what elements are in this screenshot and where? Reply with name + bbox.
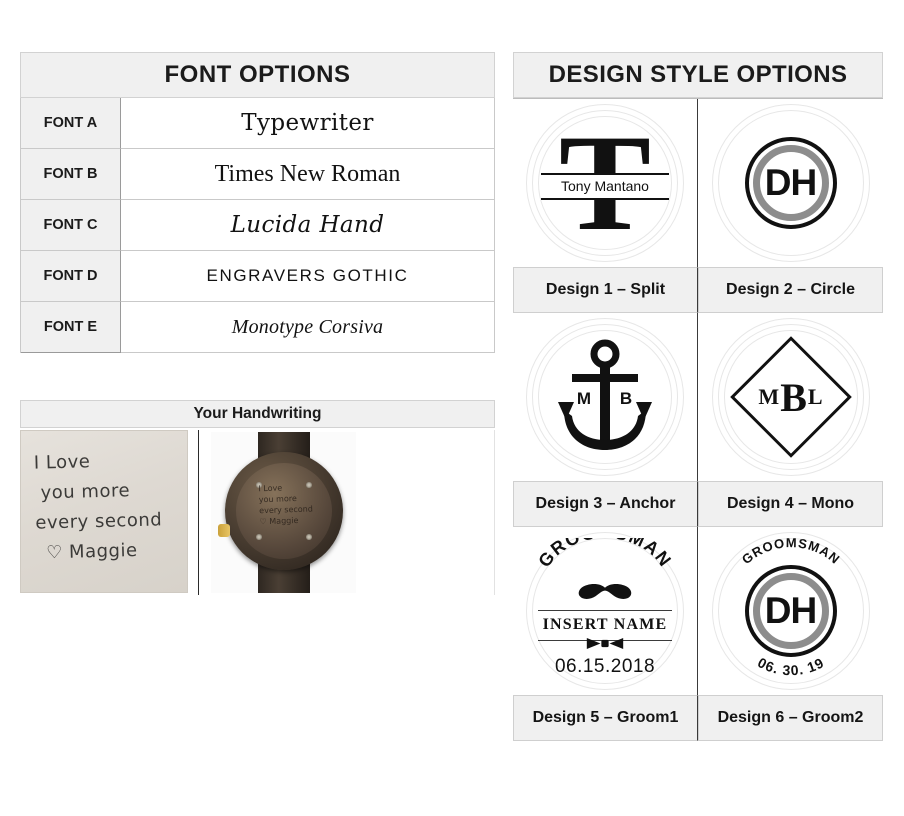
design-art-row: M B M B L (513, 313, 883, 481)
handwriting-samples: I Love you more every second ♡ Maggie I … (20, 430, 495, 595)
design-grid: T Tony Mantano DH Design 1 – Split Desig… (513, 98, 883, 741)
groomsman-badge-art: GROOMSMAN DH 06. 30. 19 (716, 535, 866, 686)
watch-screw (256, 534, 262, 540)
design-1-art-cell[interactable]: T Tony Mantano (513, 99, 698, 267)
font-options-title: FONT OPTIONS (20, 52, 495, 98)
design-2-label[interactable]: Design 2 – Circle (698, 267, 883, 313)
mono-right: L (807, 384, 823, 409)
watch-engraving-text: I Love you more every second ♡ Maggie (258, 481, 333, 528)
font-d-label: FONT D (21, 251, 121, 302)
font-e-label: FONT E (21, 302, 121, 353)
font-c-label: FONT C (21, 200, 121, 251)
font-row[interactable]: FONT C Lucida Hand (20, 200, 495, 251)
svg-text:M: M (577, 389, 591, 408)
design-style-options-panel: DESIGN STYLE OPTIONS T Tony Mantano (513, 52, 883, 741)
design-label-row: Design 3 – Anchor Design 4 – Mono (513, 481, 883, 527)
badge-monogram: DH (764, 162, 817, 203)
mustache-icon (578, 584, 632, 599)
watch-crown (218, 524, 230, 537)
design-3-art-cell[interactable]: M B (513, 313, 698, 481)
svg-text:06. 30. 19: 06. 30. 19 (755, 654, 827, 678)
note-line-1: I Love (33, 451, 91, 474)
mono-center: B (780, 374, 807, 420)
design-2-art-cell[interactable]: DH (698, 99, 883, 267)
design-label-row: Design 5 – Groom1 Design 6 – Groom2 (513, 695, 883, 741)
handwriting-text: I Love you more every second ♡ Maggie (33, 445, 163, 568)
design-3-label[interactable]: Design 3 – Anchor (513, 481, 698, 527)
diamond-monogram-text: M B L (729, 335, 853, 459)
design-1-label[interactable]: Design 1 – Split (513, 267, 698, 313)
font-row[interactable]: FONT D Engravers Gothic (20, 251, 495, 302)
handwriting-panel: Your Handwriting I Love you more every s… (20, 400, 495, 595)
font-b-sample: Times New Roman (121, 149, 495, 200)
design-5-art-cell[interactable]: GROOMSMAN INSERT NAME (513, 527, 698, 695)
watch-screw (306, 534, 312, 540)
font-a-sample-text: Typewriter (241, 110, 374, 136)
page-root: FONT OPTIONS FONT A Typewriter FONT B Ti… (0, 0, 904, 816)
handwriting-note-photo: I Love you more every second ♡ Maggie (20, 430, 190, 595)
monogram-name: Tony Mantano (541, 173, 669, 200)
watch-image: I Love you more every second ♡ Maggie (211, 432, 356, 593)
anchor-art: M B (550, 338, 660, 456)
circle-badge-art: DH (744, 137, 837, 229)
font-a-sample: Typewriter (121, 98, 495, 149)
font-c-sample: Lucida Hand (121, 200, 495, 251)
mono-left: M (758, 384, 780, 409)
design-art-row: GROOMSMAN INSERT NAME (513, 527, 883, 695)
font-e-sample-text: Monotype Corsiva (231, 315, 384, 338)
design-6-art-cell[interactable]: GROOMSMAN DH 06. 30. 19 (698, 527, 883, 695)
font-e-sample: Monotype Corsiva (121, 302, 495, 353)
note-line-2: you more (40, 480, 131, 504)
design-4-label[interactable]: Design 4 – Mono (698, 481, 883, 527)
handwriting-divider (198, 430, 199, 595)
svg-text:GROOMSMAN: GROOMSMAN (534, 538, 676, 571)
arched-date-text: 06. 30. 19 (755, 654, 827, 678)
watch-case: I Love you more every second ♡ Maggie (218, 452, 343, 570)
font-a-label: FONT A (21, 98, 121, 149)
insert-name-text: INSERT NAME (542, 616, 668, 633)
divider-rule (538, 610, 672, 611)
font-row[interactable]: FONT E Monotype Corsiva (20, 302, 495, 353)
badge-monogram: DH (764, 590, 817, 631)
paper-note: I Love you more every second ♡ Maggie (20, 430, 188, 593)
note-line-4: ♡ Maggie (45, 539, 138, 564)
font-row[interactable]: FONT B Times New Roman (20, 149, 495, 200)
font-c-sample-text: Lucida Hand (230, 212, 385, 238)
anchor-icon: M B (558, 339, 652, 450)
split-monogram-art: T Tony Mantano (539, 114, 671, 252)
design-options-title: DESIGN STYLE OPTIONS (513, 52, 883, 98)
design-art-row: T Tony Mantano DH (513, 98, 883, 267)
note-line-3: every second (35, 509, 163, 534)
svg-text:B: B (620, 389, 632, 408)
design-6-label[interactable]: Design 6 – Groom2 (698, 695, 883, 741)
groomsman-arch-art: GROOMSMAN INSERT NAME (530, 538, 680, 684)
design-5-label[interactable]: Design 5 – Groom1 (513, 695, 698, 741)
engraved-watch-photo: I Love you more every second ♡ Maggie (207, 430, 494, 595)
font-b-label: FONT B (21, 149, 121, 200)
bowtie-icon (586, 638, 624, 649)
diamond-monogram-art: M B L (729, 335, 853, 459)
font-options-panel: FONT OPTIONS FONT A Typewriter FONT B Ti… (20, 52, 495, 353)
font-d-sample-text: Engravers Gothic (206, 266, 409, 285)
font-b-sample-text: Times New Roman (214, 160, 401, 187)
font-d-sample: Engravers Gothic (121, 251, 495, 302)
svg-text:GROOMSMAN: GROOMSMAN (738, 535, 842, 567)
handwriting-title: Your Handwriting (20, 400, 495, 428)
design-5-date: 06.15.2018 (554, 656, 656, 677)
design-label-row: Design 1 – Split Design 2 – Circle (513, 267, 883, 313)
font-row[interactable]: FONT A Typewriter (20, 98, 495, 149)
design-4-art-cell[interactable]: M B L (698, 313, 883, 481)
